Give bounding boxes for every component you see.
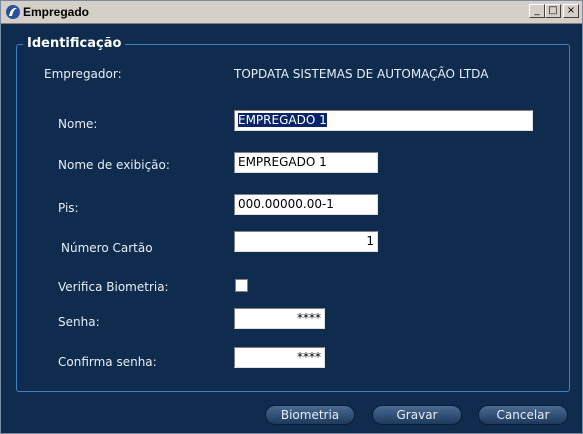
cancelar-button[interactable]: Cancelar: [478, 405, 568, 425]
window-title: Empregado: [23, 5, 90, 19]
senha-field[interactable]: ****: [234, 308, 325, 329]
verifica-biometria-label: Verifica Biometria:: [58, 280, 169, 294]
confirma-senha-field[interactable]: ****: [234, 347, 325, 368]
nome-field[interactable]: EMPREGADO 1: [234, 110, 533, 131]
nome-exibicao-field[interactable]: EMPREGADO 1: [234, 152, 378, 173]
nome-value: EMPREGADO 1: [238, 113, 327, 127]
nome-exibicao-label: Nome de exibição:: [58, 158, 170, 172]
pis-field[interactable]: 000.00000.00-1: [234, 194, 378, 215]
maximize-button[interactable]: □: [545, 4, 561, 18]
numero-cartao-field[interactable]: 1: [234, 231, 378, 252]
empregador-label: Empregador:: [44, 67, 122, 81]
biometria-button[interactable]: Biometria: [265, 405, 355, 425]
empregador-value: TOPDATA SISTEMAS DE AUTOMAÇÃO LTDA: [234, 67, 489, 81]
gravar-button[interactable]: Gravar: [372, 405, 462, 425]
numero-cartao-label: Número Cartão: [61, 241, 153, 255]
group-title: Identificação: [23, 36, 126, 51]
minimize-button[interactable]: _: [529, 4, 545, 18]
employee-window: Empregado _ □ × Identificação Empregador…: [0, 0, 583, 434]
senha-label: Senha:: [58, 315, 100, 329]
confirma-senha-label: Confirma senha:: [58, 355, 157, 369]
close-button[interactable]: ×: [563, 4, 579, 18]
verifica-biometria-checkbox[interactable]: [235, 279, 248, 292]
nome-label: Nome:: [58, 117, 98, 131]
pis-label: Pis:: [58, 201, 79, 215]
title-bar[interactable]: Empregado _ □ ×: [1, 1, 582, 24]
app-icon: [6, 5, 20, 19]
identification-group: [16, 44, 570, 392]
